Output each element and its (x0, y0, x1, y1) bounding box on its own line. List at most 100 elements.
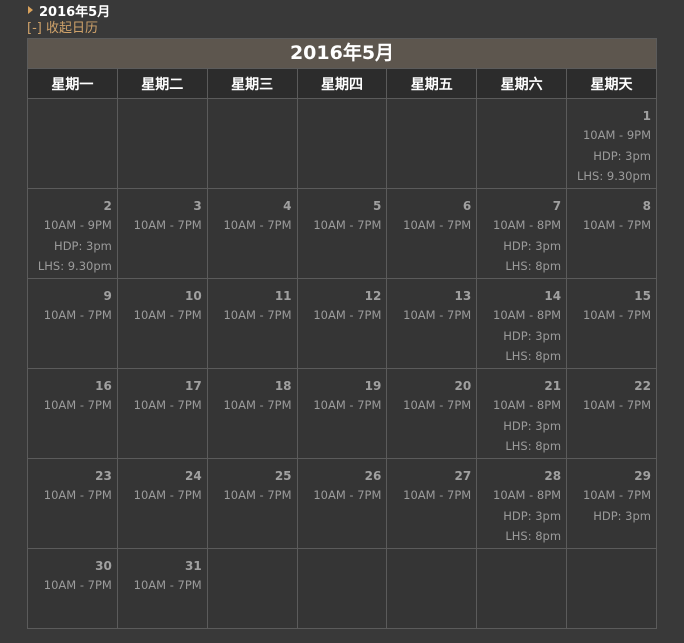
day-cell[interactable]: 20 10AM - 7PM (386, 368, 478, 459)
day-number: 3 (193, 199, 202, 213)
day-cell[interactable]: 23 10AM - 7PM (27, 458, 118, 549)
calendar-body: 1 10AM - 9PM HDP: 3pm LHS: 9.30pm 2 10AM - 9P… (27, 98, 657, 629)
weekday-header-row: 星期一 星期二 星期三 星期四 星期五 星期六 星期天 (27, 68, 657, 99)
day-event: HDP: 3pm (593, 148, 651, 163)
empty-day-cell (386, 98, 478, 189)
day-event: HDP: 3pm (503, 328, 562, 343)
day-cell[interactable]: 30 10AM - 7PM (27, 548, 118, 629)
day-cell[interactable]: 4 10AM - 7PM (206, 188, 298, 279)
day-cell[interactable]: 27 10AM - 7PM (386, 458, 478, 549)
day-event: 10AM - 7PM (43, 398, 112, 412)
day-event: 10AM - 7PM (223, 218, 292, 232)
day-event: LHS: 8pm (505, 349, 562, 363)
day-cell[interactable]: 24 10AM - 7PM (116, 458, 208, 549)
day-number: 15 (634, 289, 651, 303)
day-number: 10 (184, 289, 202, 303)
day-cell[interactable]: 28 10AM - 8PM HDP: 3pm LHS: 8pm (476, 458, 568, 549)
day-cell[interactable]: 12 10AM - 7PM (296, 278, 388, 369)
day-cell[interactable]: 7 10AM - 8PM HDP: 3pm LHS: 8pm (476, 188, 568, 279)
day-event: 10AM - 7PM (403, 398, 472, 412)
day-event: 10AM - 7PM (313, 398, 382, 412)
day-number: 26 (364, 469, 382, 483)
day-cell[interactable]: 13 10AM - 7PM (386, 278, 478, 369)
day-event: 10AM - 7PM (582, 398, 651, 412)
day-event: 10AM - 8PM (493, 218, 562, 232)
day-number: 18 (274, 379, 292, 393)
day-cell[interactable]: 6 10AM - 7PM (386, 188, 478, 279)
day-number: 4 (283, 199, 292, 213)
day-event: HDP: 3pm (503, 418, 562, 433)
day-cell[interactable]: 19 10AM - 7PM (296, 368, 388, 459)
day-event: 10AM - 7PM (223, 308, 292, 322)
day-number: 5 (373, 199, 382, 213)
month-toggle[interactable]: 2016年5月 (28, 1, 110, 20)
day-event: HDP: 3pm (503, 238, 562, 253)
day-event: 10AM - 7PM (223, 488, 292, 502)
day-event: HDP: 3pm (54, 238, 112, 253)
day-cell[interactable]: 31 10AM - 7PM (116, 548, 208, 629)
day-cell[interactable]: 14 10AM - 8PM HDP: 3pm LHS: 8pm (476, 278, 568, 369)
day-event: 10AM - 8PM (493, 308, 562, 322)
weekday-header: 星期一 (27, 68, 118, 99)
day-cell[interactable]: 9 10AM - 7PM (27, 278, 118, 369)
week-row: 9 10AM - 7PM 10 10AM - 7PM 11 10AM - 7PM 12 10A… (27, 278, 657, 369)
day-event: 10AM - 7PM (43, 578, 112, 592)
day-cell[interactable]: 1 10AM - 9PM HDP: 3pm LHS: 9.30pm (566, 98, 657, 189)
day-number: 7 (552, 199, 562, 213)
day-cell[interactable]: 2 10AM - 9PM HDP: 3pm LHS: 9.30pm (27, 188, 118, 279)
weekday-header: 星期六 (476, 68, 568, 99)
day-cell[interactable]: 16 10AM - 7PM (27, 368, 118, 459)
empty-day-cell (27, 98, 118, 189)
weekday-header: 星期四 (296, 68, 388, 99)
day-number: 8 (642, 199, 651, 213)
empty-day-cell (296, 98, 388, 189)
day-cell[interactable]: 10 10AM - 7PM (116, 278, 208, 369)
day-event: 10AM - 8PM (493, 398, 562, 412)
day-cell[interactable]: 25 10AM - 7PM (206, 458, 298, 549)
day-event: HDP: 3pm (503, 508, 562, 523)
day-number: 13 (454, 289, 472, 303)
day-event: 10AM - 7PM (313, 308, 382, 322)
day-cell[interactable]: 5 10AM - 7PM (296, 188, 388, 279)
calendar-table: 2016年5月 星期一 星期二 星期三 星期四 星期五 星期六 星期天 1 10A… (27, 38, 657, 629)
day-number: 9 (103, 289, 112, 303)
day-event: 10AM - 7PM (133, 218, 202, 232)
empty-day-cell (386, 548, 478, 629)
day-number: 14 (544, 289, 562, 303)
day-cell[interactable]: 17 10AM - 7PM (116, 368, 208, 459)
empty-day-cell (566, 548, 657, 629)
day-cell[interactable]: 22 10AM - 7PM (566, 368, 657, 459)
day-number: 30 (95, 559, 112, 573)
weekday-header: 星期五 (386, 68, 478, 99)
day-cell[interactable]: 11 10AM - 7PM (206, 278, 298, 369)
day-number: 17 (184, 379, 202, 393)
day-event: LHS: 8pm (505, 439, 562, 453)
day-event: LHS: 8pm (505, 259, 562, 273)
day-cell[interactable]: 15 10AM - 7PM (566, 278, 657, 369)
day-event: 10AM - 7PM (313, 488, 382, 502)
day-number: 1 (642, 109, 651, 123)
day-number: 16 (95, 379, 112, 393)
day-cell[interactable]: 29 10AM - 7PM HDP: 3pm (566, 458, 657, 549)
collapse-calendar-link[interactable]: [-] 收起日历 (27, 20, 98, 37)
day-cell[interactable]: 18 10AM - 7PM (206, 368, 298, 459)
day-number: 20 (454, 379, 472, 393)
day-cell[interactable]: 21 10AM - 8PM HDP: 3pm LHS: 8pm (476, 368, 568, 459)
day-event: 10AM - 7PM (313, 218, 382, 232)
day-event: LHS: 9.30pm (577, 169, 651, 183)
weekday-header: 星期天 (566, 68, 657, 99)
weekday-header: 星期二 (116, 68, 208, 99)
week-row: 1 10AM - 9PM HDP: 3pm LHS: 9.30pm (27, 98, 657, 189)
day-cell[interactable]: 3 10AM - 7PM (116, 188, 208, 279)
day-cell[interactable]: 26 10AM - 7PM (296, 458, 388, 549)
caret-right-icon (28, 6, 33, 14)
day-number: 29 (634, 469, 651, 483)
day-event: 10AM - 7PM (133, 578, 202, 592)
calendar-title: 2016年5月 (27, 38, 657, 69)
day-number: 25 (274, 469, 292, 483)
day-event: HDP: 3pm (593, 508, 651, 523)
day-event: 10AM - 7PM (133, 308, 202, 322)
day-event: 10AM - 7PM (133, 398, 202, 412)
day-cell[interactable]: 8 10AM - 7PM (566, 188, 657, 279)
day-event: 10AM - 9PM (43, 218, 112, 232)
